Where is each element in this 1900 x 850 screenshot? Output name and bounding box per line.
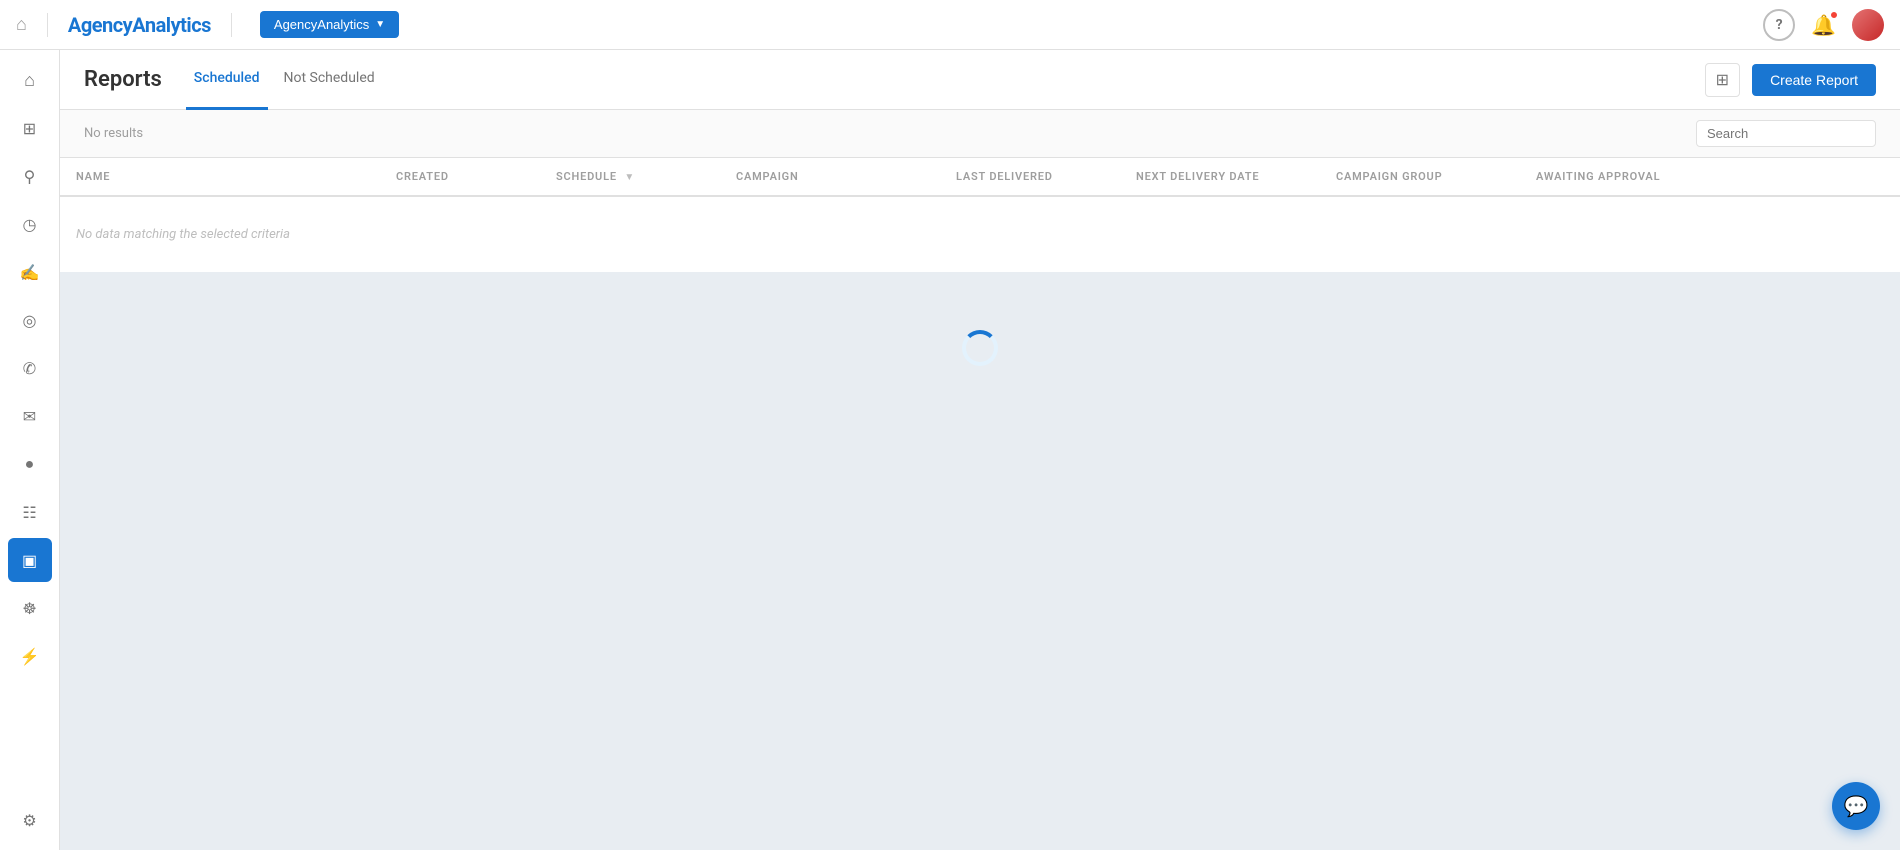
home-nav-icon[interactable]: ⌂ <box>16 14 27 35</box>
nav-divider-2 <box>231 13 232 37</box>
sidebar-item-location[interactable]: ● <box>8 442 52 486</box>
notification-dot <box>1830 11 1838 19</box>
col-header-name: NAME <box>60 158 380 196</box>
reports-table: NAME CREATED SCHEDULE ▼ CAMPAIGN LAST DE… <box>60 158 1900 272</box>
chevron-down-icon: ▼ <box>375 19 385 30</box>
tabs: Scheduled Not Scheduled <box>186 50 391 110</box>
sidebar-item-settings[interactable]: ⚙ <box>8 798 52 842</box>
no-results-text: No results <box>84 126 143 141</box>
sidebar-item-monitor[interactable]: ◎ <box>8 298 52 342</box>
sidebar-item-dashboard[interactable]: ⊞ <box>8 106 52 150</box>
tab-not-scheduled[interactable]: Not Scheduled <box>276 50 383 110</box>
notification-button[interactable]: 🔔 <box>1811 13 1836 37</box>
logo-agency: Agency <box>68 13 132 37</box>
sidebar-item-chat[interactable]: ✍ <box>8 250 52 294</box>
tab-scheduled[interactable]: Scheduled <box>186 50 268 110</box>
filter-icon: ⊞ <box>1716 70 1729 90</box>
table-container: No results NAME CREATED SCHEDULE ▼ CAMPA… <box>60 110 1900 272</box>
no-data-cell: No data matching the selected criteria <box>60 196 1900 272</box>
page-header-left: Reports Scheduled Not Scheduled <box>84 50 391 110</box>
content-area: Reports Scheduled Not Scheduled ⊞ Create… <box>60 50 1900 850</box>
sidebar-item-reports[interactable]: ▣ <box>8 538 52 582</box>
chat-icon: 💬 <box>1844 794 1869 818</box>
no-data-row: No data matching the selected criteria <box>60 196 1900 272</box>
top-nav-left: ⌂ AgencyAnalytics AgencyAnalytics ▼ <box>16 11 399 38</box>
search-input[interactable] <box>1696 120 1876 147</box>
col-header-schedule[interactable]: SCHEDULE ▼ <box>540 158 720 196</box>
sidebar-item-users[interactable]: ☸ <box>8 586 52 630</box>
page-header: Reports Scheduled Not Scheduled ⊞ Create… <box>60 50 1900 110</box>
table-header: NAME CREATED SCHEDULE ▼ CAMPAIGN LAST DE… <box>60 158 1900 196</box>
col-header-awaiting: AWAITING APPROVAL <box>1520 158 1900 196</box>
sidebar-item-home[interactable]: ⌂ <box>8 58 52 102</box>
sidebar-item-email[interactable]: ✉ <box>8 394 52 438</box>
sidebar-item-commerce[interactable]: ☷ <box>8 490 52 534</box>
col-header-campaign: CAMPAIGN <box>720 158 940 196</box>
sidebar-item-search[interactable]: ⚲ <box>8 154 52 198</box>
logo-analytics: Analytics <box>132 13 211 37</box>
help-button[interactable]: ? <box>1763 9 1795 41</box>
col-header-next-delivery: NEXT DELIVERY DATE <box>1120 158 1320 196</box>
col-header-campaign-group: CAMPAIGN GROUP <box>1320 158 1520 196</box>
col-header-last-delivered: LAST DELIVERED <box>940 158 1120 196</box>
create-report-button[interactable]: Create Report <box>1752 64 1876 96</box>
page-header-right: ⊞ Create Report <box>1705 63 1876 97</box>
agency-analytics-button[interactable]: AgencyAnalytics ▼ <box>260 11 399 38</box>
filter-button[interactable]: ⊞ <box>1705 63 1740 97</box>
sidebar-item-integrations[interactable]: ⚡ <box>8 634 52 678</box>
sidebar-item-activity[interactable]: ◷ <box>8 202 52 246</box>
top-nav-right: ? 🔔 <box>1763 9 1884 41</box>
sort-icon: ▼ <box>624 172 635 183</box>
nav-divider <box>47 13 48 37</box>
sidebar-item-calls[interactable]: ✆ <box>8 346 52 390</box>
chat-bubble-button[interactable]: 💬 <box>1832 782 1880 830</box>
no-results-bar: No results <box>60 110 1900 158</box>
table-body: No data matching the selected criteria <box>60 196 1900 272</box>
page-title: Reports <box>84 67 162 92</box>
avatar[interactable] <box>1852 9 1884 41</box>
logo: AgencyAnalytics <box>68 13 211 37</box>
loading-spinner <box>962 330 998 366</box>
top-navigation: ⌂ AgencyAnalytics AgencyAnalytics ▼ ? 🔔 <box>0 0 1900 50</box>
col-header-created: CREATED <box>380 158 540 196</box>
sidebar: ⌂ ⊞ ⚲ ◷ ✍ ◎ ✆ ✉ ● ☷ ▣ ☸ ⚡ ⚙ <box>0 50 60 850</box>
main-layout: ⌂ ⊞ ⚲ ◷ ✍ ◎ ✆ ✉ ● ☷ ▣ ☸ ⚡ ⚙ Reports Sche… <box>0 50 1900 850</box>
